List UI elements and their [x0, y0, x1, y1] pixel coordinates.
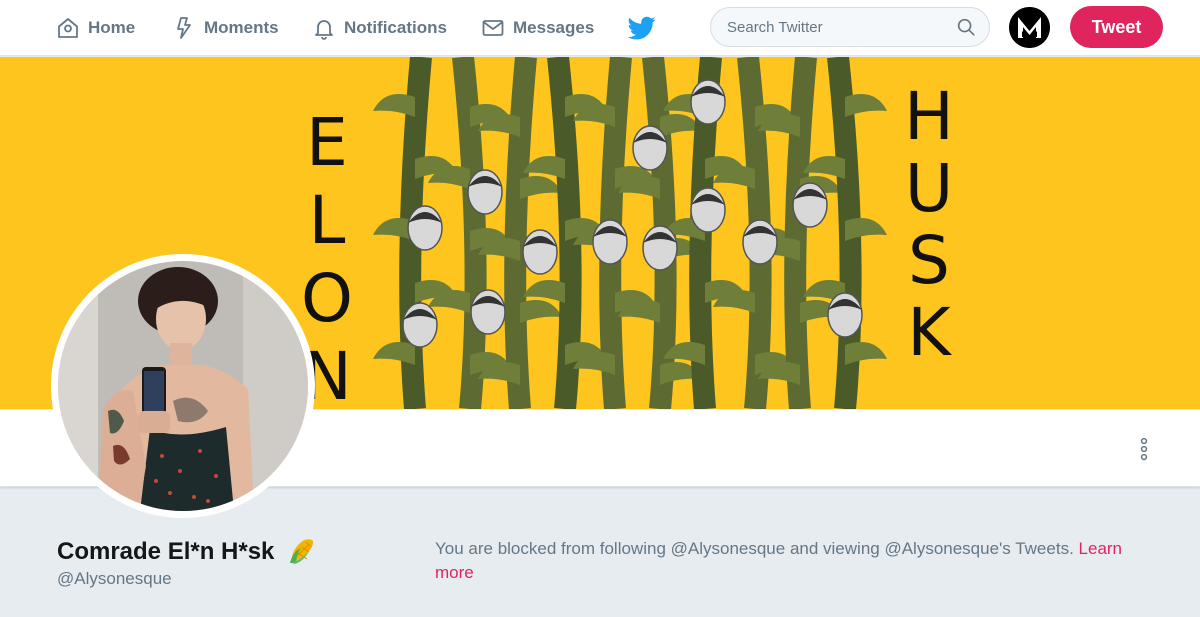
nav-moments-label: Moments: [204, 18, 279, 37]
nav-notifications[interactable]: Notifications: [312, 14, 447, 42]
search-icon[interactable]: [955, 16, 977, 38]
profile-avatar[interactable]: [51, 254, 315, 518]
top-navigation-bar: Home Moments Notifications Messages Sear…: [0, 0, 1200, 56]
tweet-button[interactable]: Tweet: [1070, 6, 1163, 48]
nav-notifications-label: Notifications: [344, 18, 447, 37]
home-icon: [58, 18, 78, 38]
nav-home-label: Home: [88, 18, 136, 37]
search-input[interactable]: [727, 18, 955, 36]
nav-home[interactable]: Home: [56, 14, 135, 42]
nav-moments[interactable]: Moments: [172, 14, 279, 42]
profile-photo: [58, 261, 308, 511]
blocked-notice: You are blocked from following @Alysones…: [435, 537, 1155, 585]
account-avatar[interactable]: [1009, 7, 1050, 48]
lightning-icon: [177, 17, 191, 39]
search-box[interactable]: [710, 7, 990, 47]
twitter-bird-icon[interactable]: [628, 14, 656, 42]
banner-right-text: HUSK: [904, 78, 954, 371]
profile-handle: @Alysonesque: [57, 569, 172, 588]
corn-icon: [290, 539, 314, 564]
nav-messages[interactable]: Messages: [481, 14, 594, 42]
more-options-icon[interactable]: [1134, 436, 1154, 462]
bell-icon: [315, 20, 333, 40]
profile-display-name: Comrade El*n H*sk: [57, 535, 317, 566]
nav-messages-label: Messages: [513, 18, 595, 37]
display-name-text: Comrade El*n H*sk: [57, 538, 275, 565]
blocked-notice-text: You are blocked from following @Alysones…: [435, 539, 1074, 558]
account-avatar-logo: [1009, 7, 1050, 48]
envelope-icon: [482, 20, 504, 36]
